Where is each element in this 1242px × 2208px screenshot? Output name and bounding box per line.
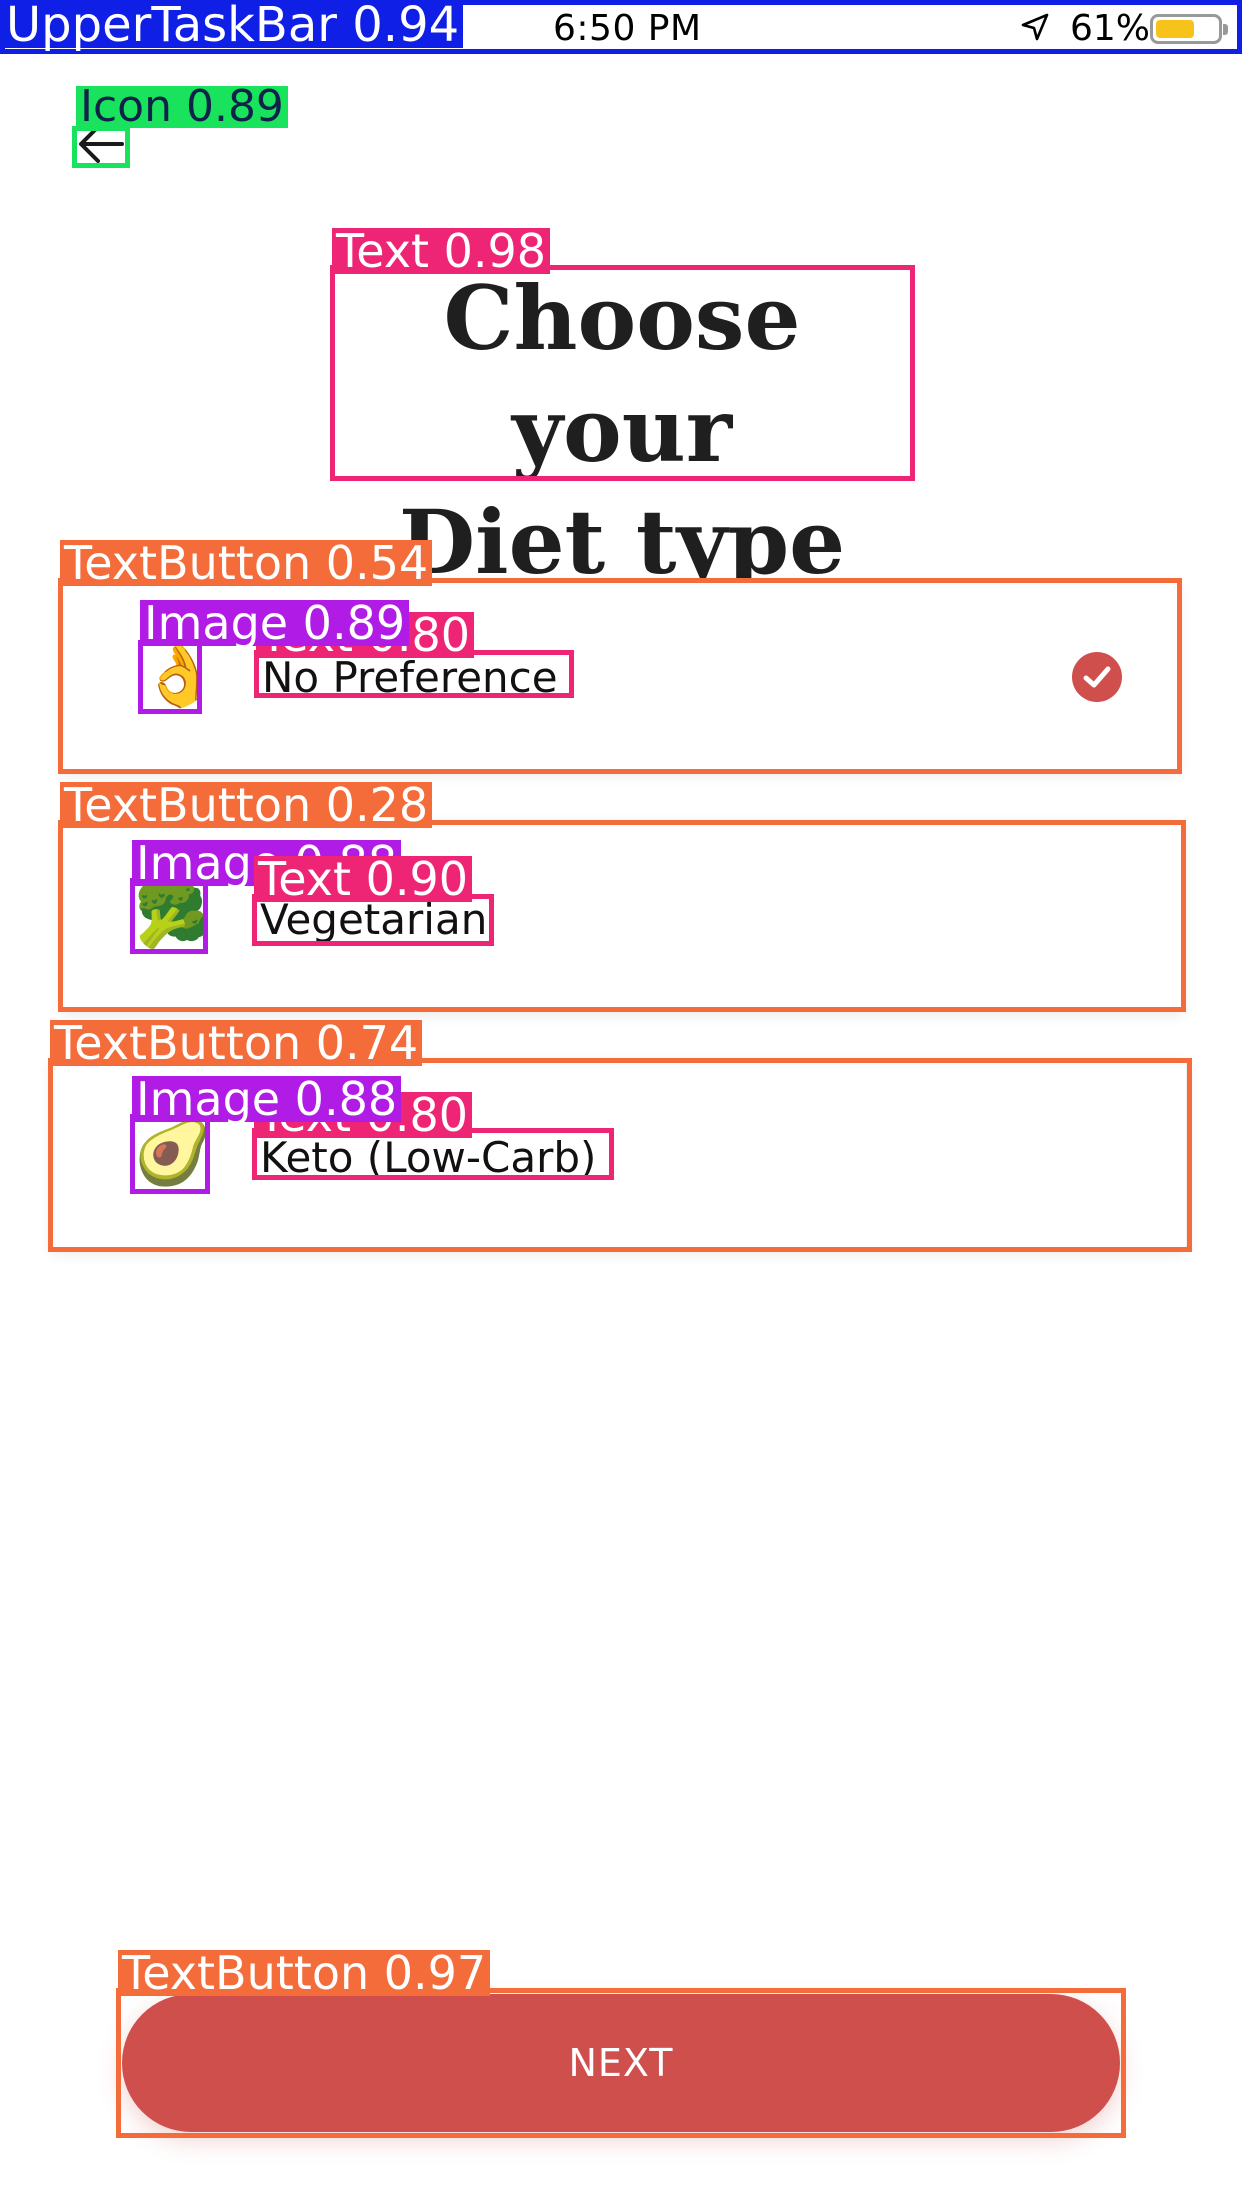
overlay-tag-image-1: Image 0.89 (140, 600, 410, 646)
overlay-tag-image-3: Image 0.88 (132, 1076, 402, 1122)
overlay-box-back-icon (72, 126, 130, 168)
overlay-box-image-3 (130, 1114, 210, 1194)
overlay-tag-back-icon: Icon 0.89 (76, 85, 288, 129)
overlay-tag-option-2: TextButton 0.28 (60, 782, 433, 828)
overlay-tag-text-2: Text 0.90 (254, 856, 473, 902)
overlay-tag-title: Text 0.98 (332, 228, 551, 274)
overlay-tag-option-1: TextButton 0.54 (60, 540, 433, 586)
overlay-box-next (116, 1988, 1126, 2138)
overlay-box-title (330, 265, 915, 481)
overlay-tag-option-3: TextButton 0.74 (50, 1020, 423, 1066)
overlay-tag-next: TextButton 0.97 (118, 1950, 491, 1996)
overlay-box-image-1 (138, 640, 202, 714)
overlay-tag-upper-task-bar: UpperTaskBar 0.94 (2, 1, 464, 49)
